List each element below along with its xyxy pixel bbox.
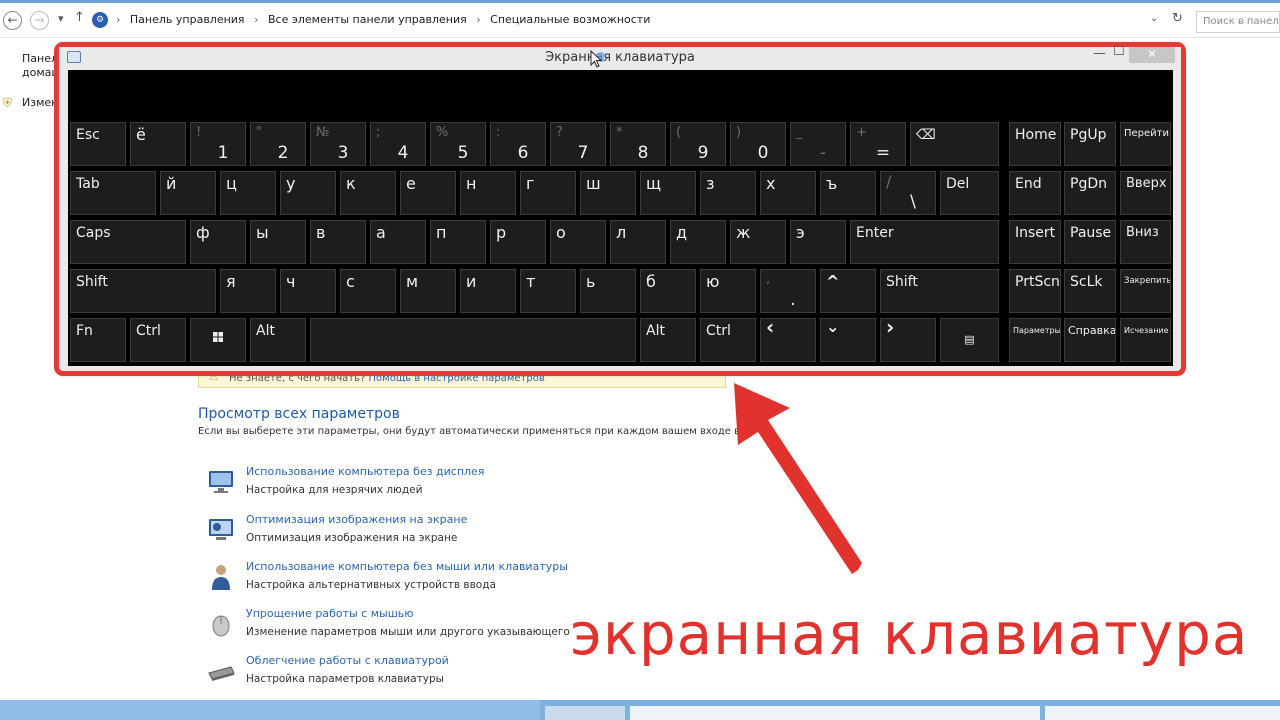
annotation-caption: экранная клавиатура [570, 600, 1249, 668]
screen: ← → ▾ ↑ ⚙ › Панель управления › Все элем… [0, 0, 1280, 720]
